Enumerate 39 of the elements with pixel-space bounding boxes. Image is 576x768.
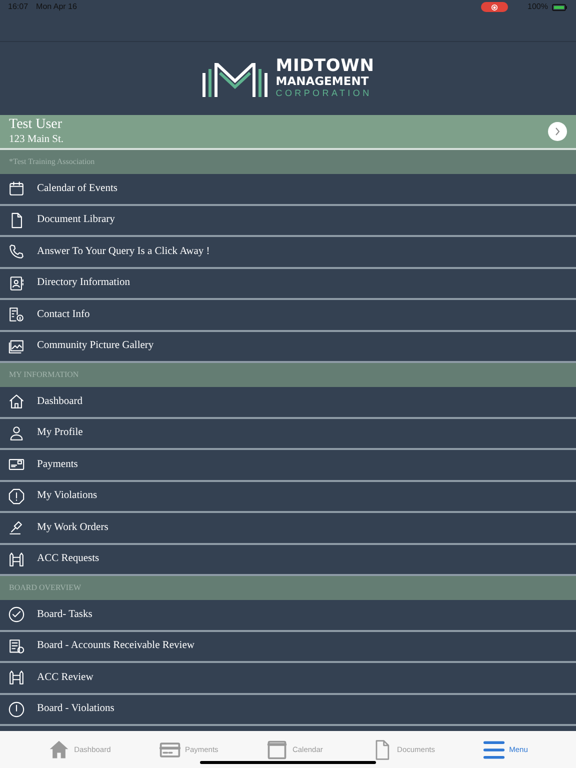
battery-icon [552,4,568,10]
battery-percent: 100% [528,1,548,13]
hammer-icon [8,519,25,536]
ledger-icon [8,638,25,655]
section-header: BOARD OVERVIEW [9,582,82,594]
drawer-row[interactable]: My Profile [0,418,576,450]
drawer-row[interactable]: Directory Information [0,268,576,300]
check-circle-icon [8,606,25,624]
phone-icon [8,243,25,260]
logo-subtitle: MANAGEMENT [276,75,370,88]
chevron-button[interactable] [548,122,567,141]
alert-icon [8,488,25,505]
user-address: 123 Main St. [9,132,64,146]
chevron-right-icon [554,127,561,136]
drawer-row[interactable]: ACC Requests [0,544,576,576]
picture-icon [8,338,25,355]
gate-icon [8,669,25,686]
section-header: *Test Training Association [9,156,95,168]
logo-mark-drawing [202,60,268,96]
person-icon [8,424,25,442]
drawer-row[interactable]: Board - Violations [0,694,576,726]
alert-circle-icon [8,700,25,718]
drawer-row[interactable]: Community Picture Gallery [0,332,576,363]
drawer-row[interactable]: My Violations [0,482,576,513]
logo-title: MIDTOWN [276,58,374,75]
home-icon [8,393,25,410]
menu-icon [483,738,506,760]
logo-tagline: CORPORATION [276,88,373,99]
gate-icon [8,550,25,568]
home-icon [48,738,70,760]
drawer-row[interactable]: Document Library [0,206,576,237]
status-date: Mon Apr 16 [36,1,77,13]
calendar-icon [8,180,25,198]
user-name: Test User [9,116,64,132]
contact-card-icon [8,274,25,292]
calendar-icon [266,738,288,760]
drawer-row[interactable]: Board - Accounts Receivable Review [0,632,576,663]
status-time: 16:07 [8,1,28,13]
section-header: MY INFORMATION [9,369,79,381]
